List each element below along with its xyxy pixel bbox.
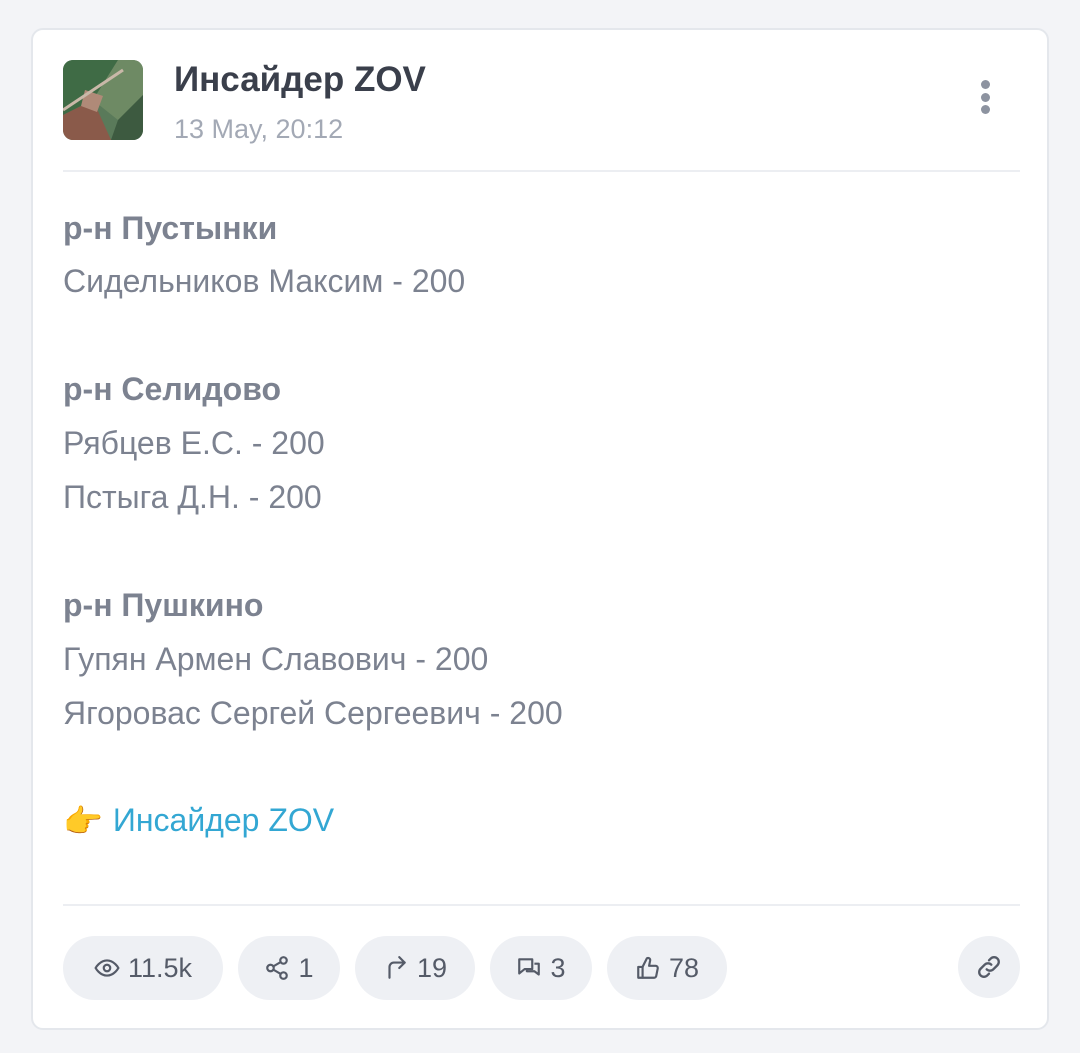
entry-line: Гупян Армен Славович - 200 bbox=[63, 641, 489, 677]
channel-name[interactable]: Инсайдер ZOV bbox=[174, 60, 426, 100]
header-divider bbox=[63, 170, 1020, 172]
link-icon bbox=[978, 956, 1000, 978]
copy-link-button[interactable] bbox=[958, 936, 1020, 998]
channel-link[interactable]: Инсайдер ZOV bbox=[113, 802, 334, 839]
views-pill[interactable]: 11.5k bbox=[63, 936, 223, 1000]
entry-line: Пстыга Д.Н. - 200 bbox=[63, 479, 322, 515]
more-vertical-icon bbox=[980, 80, 990, 89]
post-card: Инсайдер ZOV 13 May, 20:12 р-н Пустынки … bbox=[31, 28, 1049, 1030]
post-signature: 👉 Инсайдер ZOV bbox=[63, 802, 334, 839]
region-heading: р-н Селидово bbox=[63, 371, 281, 407]
pointing-hand-icon: 👉 bbox=[63, 802, 103, 839]
region-heading: р-н Пушкино bbox=[63, 587, 264, 623]
entry-line: Ягоровас Сергей Сергеевич - 200 bbox=[63, 695, 563, 731]
shares-pill[interactable]: 1 bbox=[238, 936, 340, 1000]
shares-count: 1 bbox=[298, 952, 314, 983]
menu-dot bbox=[980, 105, 990, 114]
likes-count: 78 bbox=[668, 952, 700, 983]
comments-icon bbox=[518, 958, 541, 976]
entry-line: Сидельников Максим - 200 bbox=[63, 263, 466, 299]
eye-icon bbox=[94, 959, 120, 977]
share-nodes-icon bbox=[266, 956, 289, 980]
more-options-button[interactable] bbox=[967, 74, 1003, 120]
forward-arrow-icon bbox=[388, 956, 406, 979]
avatar-image bbox=[63, 60, 143, 140]
footer-divider bbox=[63, 904, 1020, 906]
forwards-count: 19 bbox=[416, 952, 448, 983]
likes-pill[interactable]: 78 bbox=[607, 936, 727, 1000]
region-heading: р-н Пустынки bbox=[63, 210, 278, 246]
post-date: 13 May, 20:12 bbox=[174, 114, 344, 144]
channel-avatar[interactable] bbox=[63, 60, 143, 140]
menu-dot bbox=[980, 92, 990, 102]
forwards-pill[interactable]: 19 bbox=[355, 936, 475, 1000]
views-count: 11.5k bbox=[127, 952, 193, 983]
comments-pill[interactable]: 3 bbox=[490, 936, 592, 1000]
entry-line: Рябцев Е.С. - 200 bbox=[63, 425, 325, 461]
comments-count: 3 bbox=[550, 952, 566, 983]
thumbs-up-icon bbox=[637, 956, 659, 979]
